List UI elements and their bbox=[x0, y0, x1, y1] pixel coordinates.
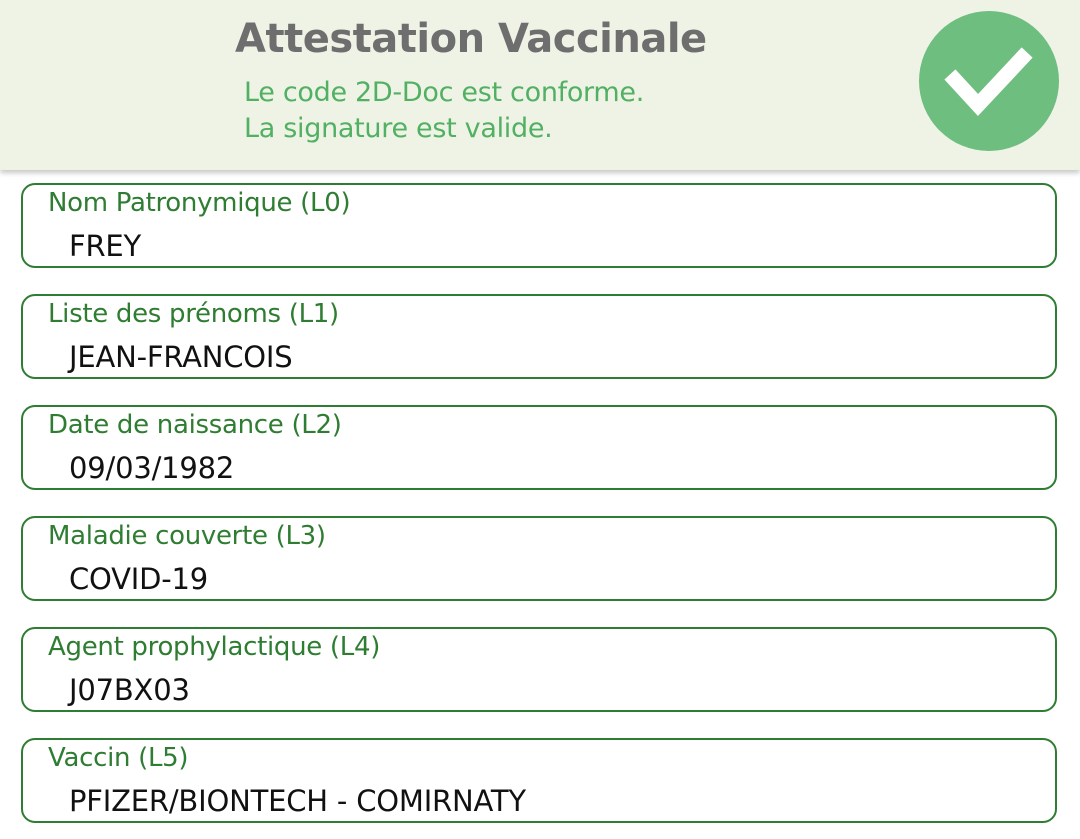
field-agent-prophylactique: Agent prophylactique (L4) J07BX03 bbox=[21, 627, 1057, 712]
field-value: PFIZER/BIONTECH - COMIRNATY bbox=[69, 784, 526, 818]
valid-status-badge bbox=[919, 11, 1059, 151]
field-label: Date de naissance (L2) bbox=[48, 410, 342, 440]
field-liste-prenoms: Liste des prénoms (L1) JEAN-FRANCOIS bbox=[21, 294, 1057, 379]
field-nom-patronymique: Nom Patronymique (L0) FREY bbox=[21, 183, 1057, 268]
status-message-code: Le code 2D-Doc est conforme. bbox=[244, 77, 644, 108]
field-value: FREY bbox=[69, 229, 142, 263]
field-label: Maladie couverte (L3) bbox=[48, 521, 326, 551]
status-message-signature: La signature est valide. bbox=[244, 113, 553, 144]
field-vaccin: Vaccin (L5) PFIZER/BIONTECH - COMIRNATY bbox=[21, 738, 1057, 823]
verification-header: Attestation Vaccinale Le code 2D-Doc est… bbox=[0, 0, 1080, 170]
checkmark-icon bbox=[944, 47, 1033, 117]
field-label: Liste des prénoms (L1) bbox=[48, 299, 339, 329]
field-maladie-couverte: Maladie couverte (L3) COVID-19 bbox=[21, 516, 1057, 601]
field-label: Vaccin (L5) bbox=[48, 743, 189, 773]
field-date-naissance: Date de naissance (L2) 09/03/1982 bbox=[21, 405, 1057, 490]
field-value: COVID-19 bbox=[69, 562, 209, 596]
field-value: J07BX03 bbox=[69, 673, 190, 707]
field-value: 09/03/1982 bbox=[69, 451, 235, 485]
field-label: Nom Patronymique (L0) bbox=[48, 188, 351, 218]
field-label: Agent prophylactique (L4) bbox=[48, 632, 381, 662]
field-value: JEAN-FRANCOIS bbox=[69, 340, 293, 374]
page-title: Attestation Vaccinale bbox=[235, 16, 707, 62]
